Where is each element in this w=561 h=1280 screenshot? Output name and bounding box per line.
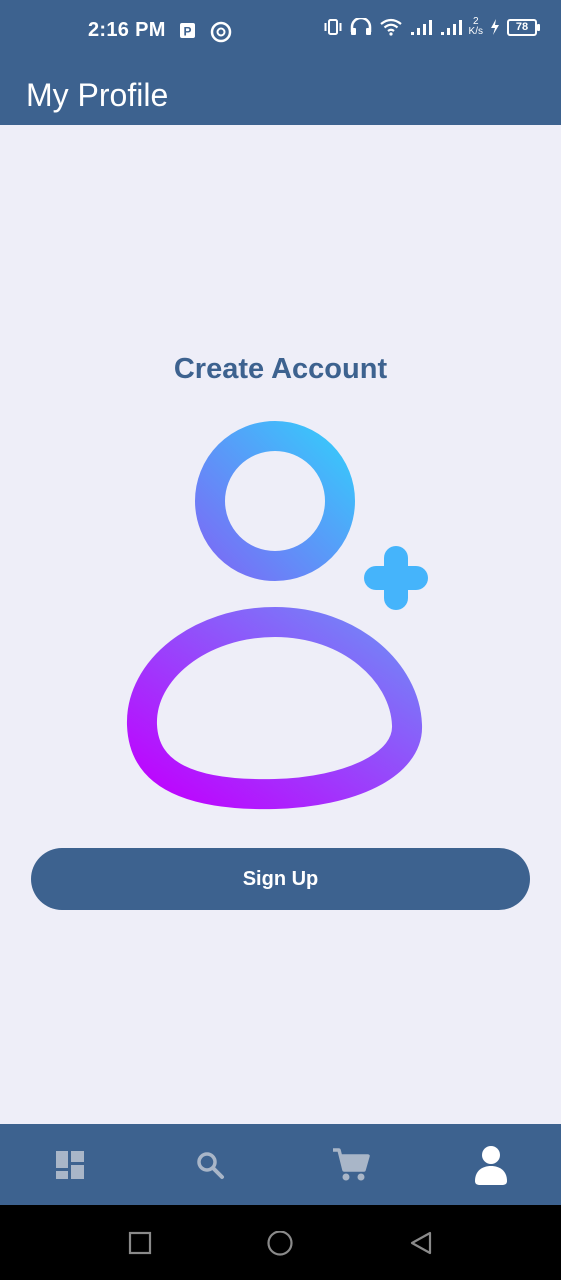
user-add-icon xyxy=(127,421,428,810)
wifi-icon xyxy=(379,18,402,36)
headphones-icon xyxy=(350,18,371,35)
charging-icon xyxy=(491,19,499,35)
sign-up-button[interactable]: Sign Up xyxy=(31,848,530,910)
battery-indicator: 78 xyxy=(507,18,540,36)
signal-1-icon xyxy=(410,20,432,35)
sign-up-label: Sign Up xyxy=(242,867,319,890)
nav-cart[interactable] xyxy=(281,1124,421,1205)
network-speed: 2 K/s xyxy=(469,17,483,37)
system-nav-bar xyxy=(0,1205,561,1280)
home-icon[interactable] xyxy=(266,1231,294,1259)
parking-app-icon: P xyxy=(180,23,195,39)
vibrate-icon xyxy=(324,19,342,35)
app-bar: My Profile xyxy=(0,64,561,125)
status-time: 2:16 PM xyxy=(88,19,166,41)
create-account-heading: Create Account xyxy=(173,353,388,385)
nav-search[interactable] xyxy=(140,1124,280,1205)
nav-profile[interactable] xyxy=(421,1124,561,1205)
signal-2-icon xyxy=(440,20,462,35)
svg-text:P: P xyxy=(183,25,191,39)
search-icon xyxy=(197,1151,225,1179)
profile-icon xyxy=(474,1145,507,1185)
app-notification-icon xyxy=(210,21,232,43)
bottom-nav xyxy=(0,1124,561,1205)
cart-icon xyxy=(332,1147,370,1180)
status-right-icons: 2 K/s 78 xyxy=(323,17,540,37)
status-bar: 2:16 PM P 2 K/s 78 xyxy=(0,0,561,64)
back-icon[interactable] xyxy=(408,1231,434,1257)
recents-icon[interactable] xyxy=(128,1231,152,1255)
nav-dashboard[interactable] xyxy=(0,1124,140,1205)
plus-icon xyxy=(364,546,428,610)
main-content: Create Account Sign Up xyxy=(0,125,561,1124)
page-title: My Profile xyxy=(26,77,169,113)
status-left-icons: P xyxy=(178,21,232,43)
dashboard-icon xyxy=(56,1150,85,1179)
network-speed-unit: K/s xyxy=(468,26,483,37)
